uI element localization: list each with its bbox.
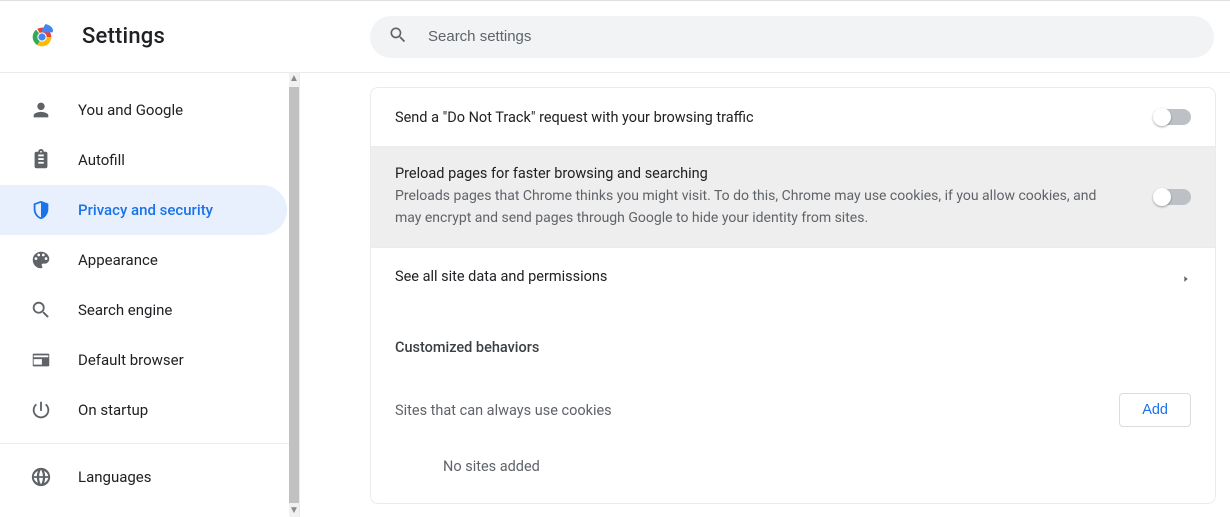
shield-icon xyxy=(30,199,52,221)
sidebar-item-languages[interactable]: Languages xyxy=(0,452,287,502)
palette-icon xyxy=(30,249,52,271)
globe-icon xyxy=(30,466,52,488)
person-icon xyxy=(30,99,52,121)
row-do-not-track[interactable]: Send a "Do Not Track" request with your … xyxy=(371,88,1215,146)
sidebar-item-you-and-google[interactable]: You and Google xyxy=(0,85,287,135)
sidebar-item-autofill[interactable]: Autofill xyxy=(0,135,287,185)
header: Settings xyxy=(0,1,1230,73)
dnt-toggle[interactable] xyxy=(1155,109,1191,125)
chevron-right-icon xyxy=(1181,272,1191,282)
sidebar-item-privacy-security[interactable]: Privacy and security xyxy=(0,185,287,235)
sidebar-item-label: Autofill xyxy=(78,151,125,169)
search-input[interactable] xyxy=(428,28,1196,45)
scroll-down-icon: ▼ xyxy=(289,505,299,517)
power-icon xyxy=(30,399,52,421)
row-all-site-data[interactable]: See all site data and permissions xyxy=(371,247,1215,305)
sidebar-item-label: Search engine xyxy=(78,301,172,319)
row-title: Preload pages for faster browsing and se… xyxy=(395,165,1115,182)
search-icon xyxy=(30,299,52,321)
sidebar-divider xyxy=(0,443,299,444)
sidebar-item-label: Appearance xyxy=(78,251,158,269)
list-header-row: Sites that can always use cookies Add xyxy=(395,386,1191,434)
search-field[interactable] xyxy=(370,16,1214,58)
add-site-button[interactable]: Add xyxy=(1119,393,1191,427)
sidebar-item-default-browser[interactable]: Default browser xyxy=(0,335,287,385)
sidebar-item-label: Privacy and security xyxy=(78,201,213,219)
sidebar: You and Google Autofill Privacy and secu… xyxy=(0,73,300,517)
clipboard-icon xyxy=(30,149,52,171)
sidebar-item-on-startup[interactable]: On startup xyxy=(0,385,287,435)
settings-panel: Send a "Do Not Track" request with your … xyxy=(370,87,1216,504)
empty-list-message: No sites added xyxy=(395,434,1191,483)
toggle-knob xyxy=(1153,188,1171,206)
sidebar-scrollbar[interactable]: ▲ ▼ xyxy=(289,73,299,517)
row-title: See all site data and permissions xyxy=(395,268,1141,285)
sidebar-item-label: Languages xyxy=(78,468,152,486)
row-title: Send a "Do Not Track" request with your … xyxy=(395,109,1115,126)
page-title: Settings xyxy=(82,24,165,49)
window-icon xyxy=(30,349,52,371)
chrome-logo-icon xyxy=(28,23,56,51)
sidebar-item-search-engine[interactable]: Search engine xyxy=(0,285,287,335)
row-preload-pages[interactable]: Preload pages for faster browsing and se… xyxy=(371,146,1215,247)
preload-toggle[interactable] xyxy=(1155,189,1191,205)
sidebar-item-appearance[interactable]: Appearance xyxy=(0,235,287,285)
main-content: Send a "Do Not Track" request with your … xyxy=(300,73,1230,517)
list-label: Sites that can always use cookies xyxy=(395,402,612,419)
cookies-allow-list: Sites that can always use cookies Add No… xyxy=(371,378,1215,503)
sidebar-item-label: On startup xyxy=(78,401,148,419)
sidebar-item-label: You and Google xyxy=(78,101,183,119)
sidebar-item-label: Default browser xyxy=(78,351,184,369)
toggle-knob xyxy=(1153,108,1171,126)
section-heading: Customized behaviors xyxy=(371,305,1215,378)
search-icon xyxy=(388,25,428,49)
scroll-up-icon: ▲ xyxy=(289,73,299,85)
scroll-thumb[interactable] xyxy=(289,87,299,503)
row-subtitle: Preloads pages that Chrome thinks you mi… xyxy=(395,186,1115,229)
